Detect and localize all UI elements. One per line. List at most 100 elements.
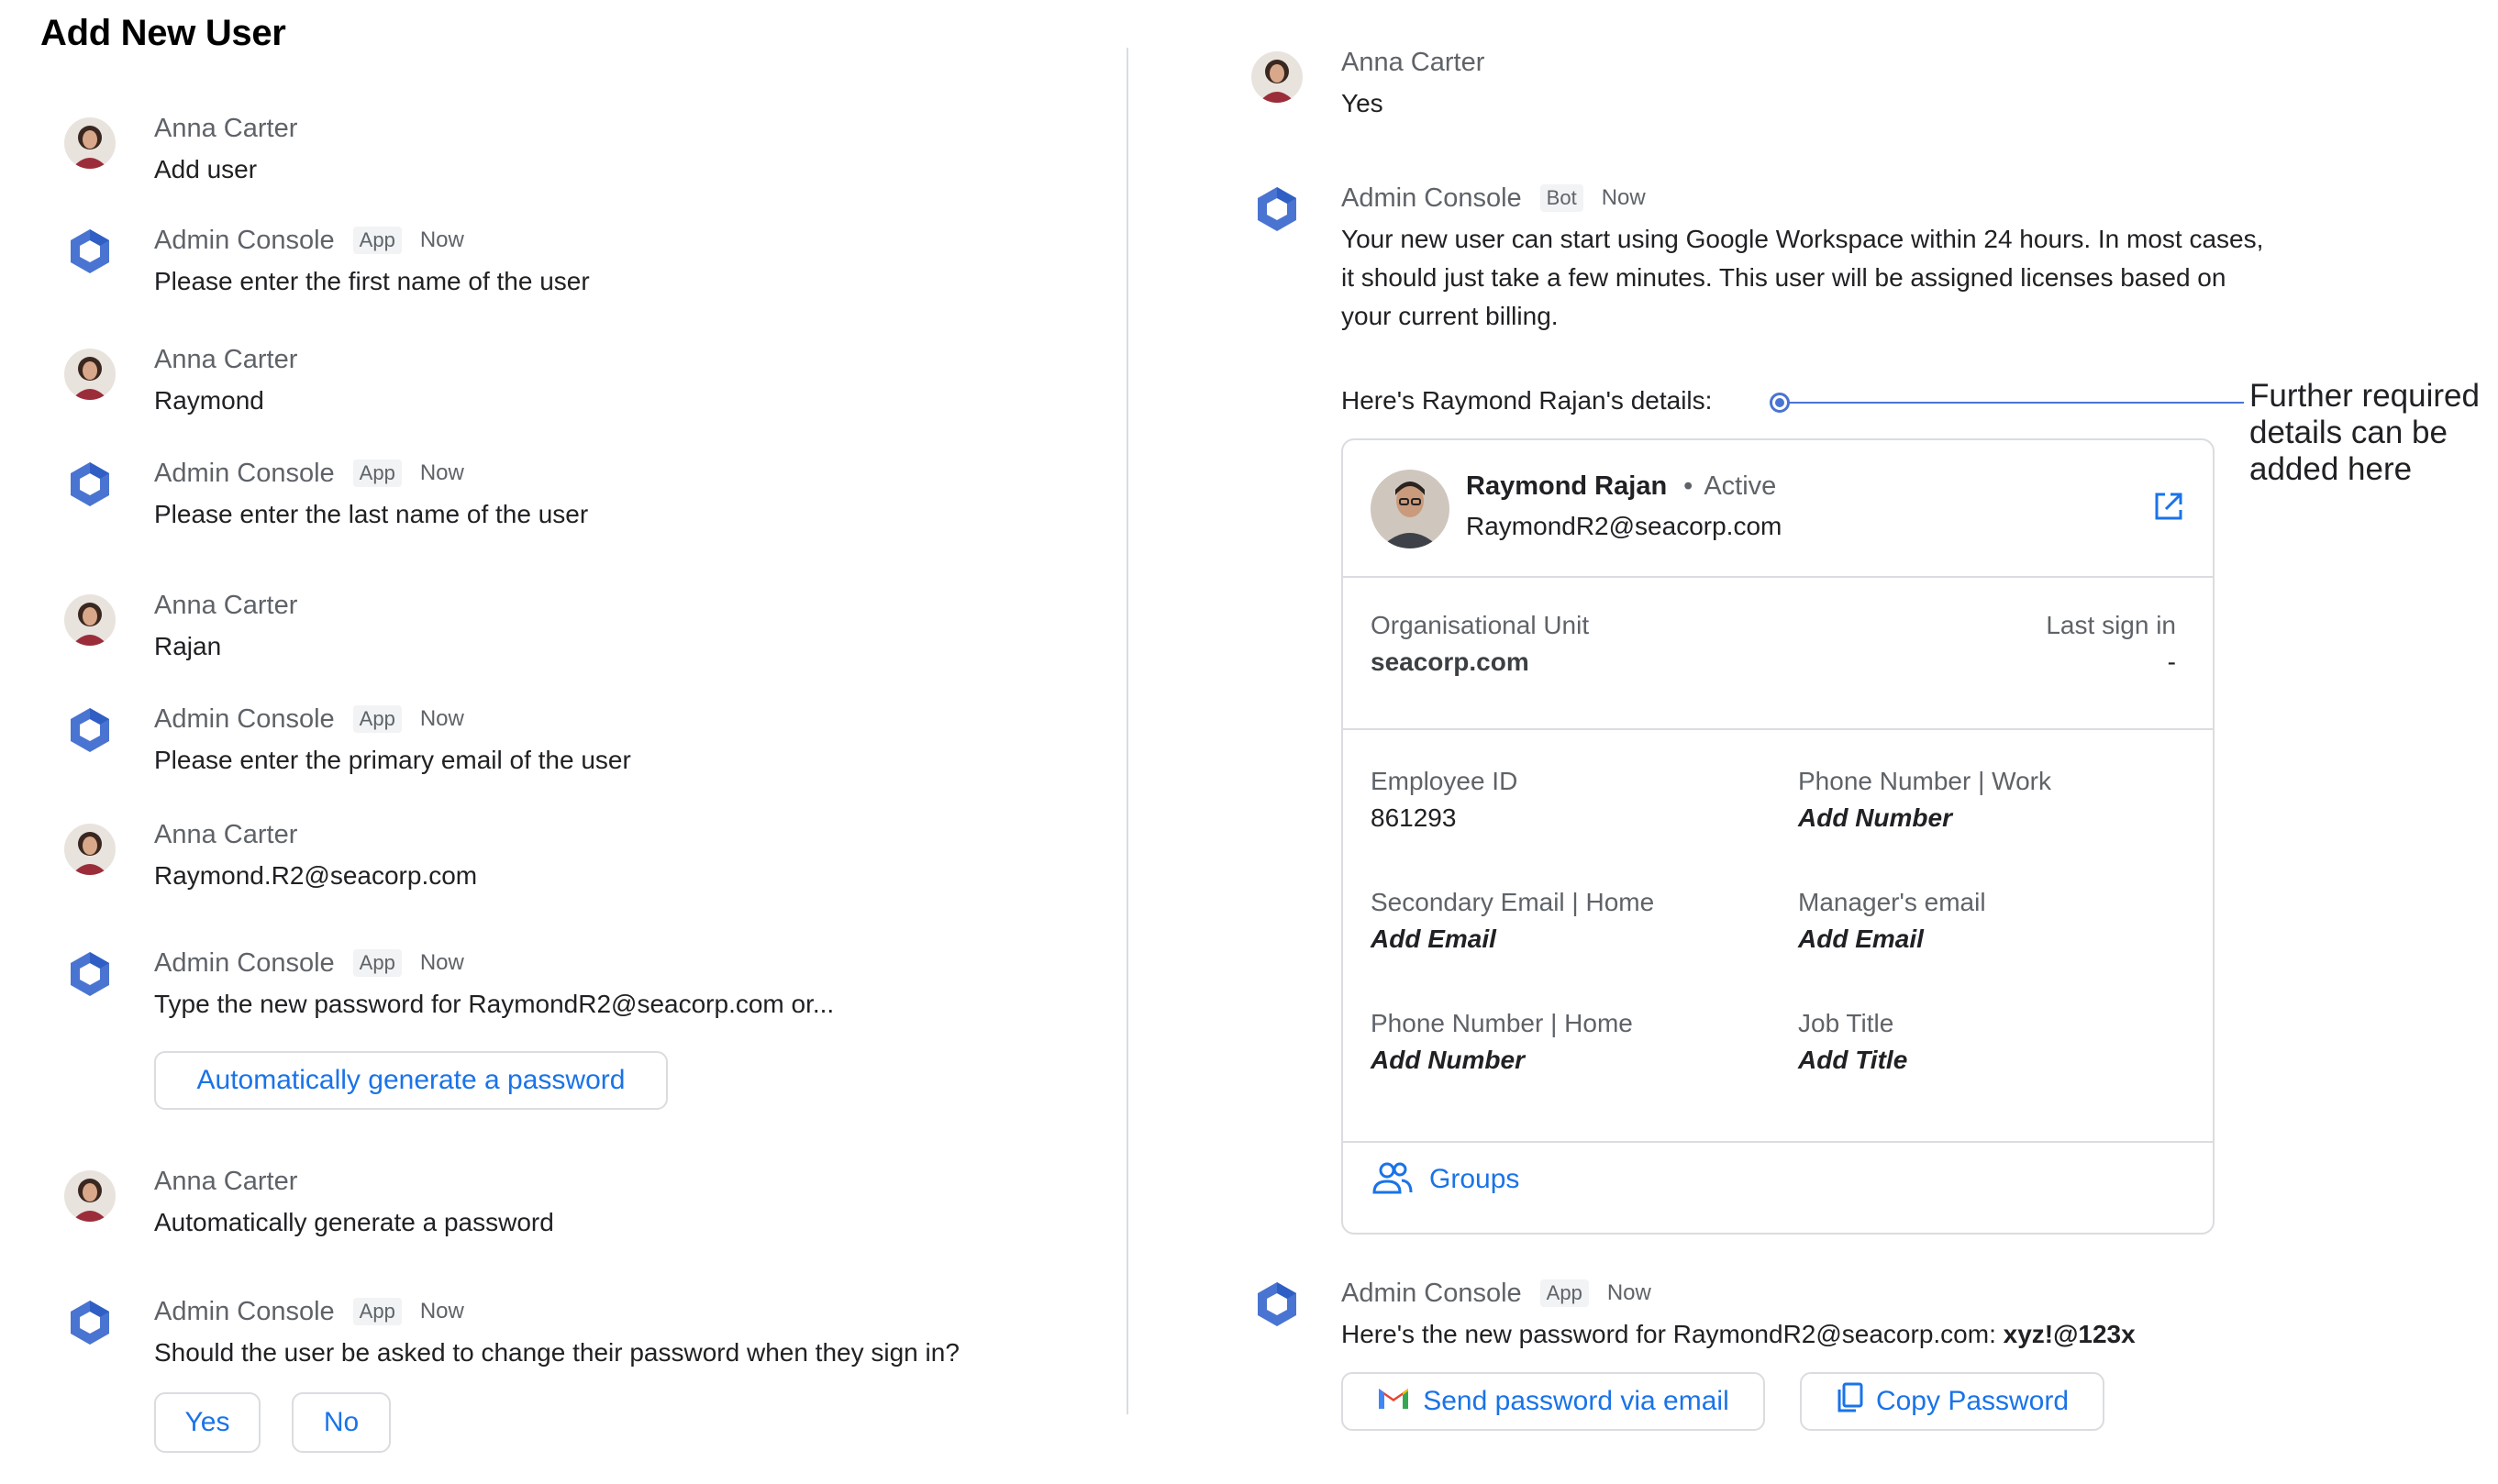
callout-leader-line bbox=[1780, 402, 2244, 404]
sender-name: Anna Carter bbox=[154, 819, 298, 849]
field-label: Phone Number | Work bbox=[1798, 767, 2051, 795]
app-badge: App bbox=[352, 460, 402, 487]
user-avatar-icon bbox=[64, 594, 116, 646]
org-unit-value: seacorp.com bbox=[1371, 648, 1529, 676]
separator-dot: • bbox=[1683, 471, 1693, 501]
message-text: Automatically generate a password bbox=[154, 1208, 554, 1236]
message-time: Now bbox=[419, 460, 464, 485]
gmail-icon bbox=[1377, 1385, 1410, 1418]
message-time: Now bbox=[1601, 185, 1646, 210]
field-phone-home[interactable]: Phone Number | Home Add Number bbox=[1371, 1009, 1633, 1075]
user-avatar-icon bbox=[1251, 51, 1303, 103]
add-number-link[interactable]: Add Number bbox=[1371, 1046, 1633, 1075]
chat-message-bot: Admin Console App Now Please enter the pri… bbox=[71, 701, 631, 780]
groups-link[interactable]: Groups bbox=[1371, 1152, 1519, 1207]
card-user-name: Raymond Rajan • Active bbox=[1466, 471, 1776, 502]
copy-password-button[interactable]: Copy Password bbox=[1800, 1372, 2104, 1431]
user-name: Raymond Rajan bbox=[1466, 471, 1668, 501]
message-text: Please enter the last name of the user bbox=[154, 500, 589, 528]
admin-console-hexagon-icon bbox=[64, 704, 116, 756]
details-label: Here's Raymond Rajan's details: bbox=[1341, 386, 1713, 415]
user-avatar-icon bbox=[64, 1170, 116, 1222]
no-button[interactable]: No bbox=[292, 1392, 391, 1453]
field-manager-email[interactable]: Manager's email Add Email bbox=[1798, 888, 1986, 954]
add-email-link[interactable]: Add Email bbox=[1798, 925, 1986, 954]
app-badge: App bbox=[352, 705, 402, 733]
chat-message-bot: Admin Console App Now Here's the new passw… bbox=[1258, 1275, 2136, 1431]
sender-name: Admin Console bbox=[154, 703, 335, 734]
add-title-link[interactable]: Add Title bbox=[1798, 1046, 1907, 1075]
card-user-email: RaymondR2@seacorp.com bbox=[1466, 512, 1782, 540]
sender-name: Anna Carter bbox=[154, 1166, 298, 1196]
message-text: Rajan bbox=[154, 632, 222, 660]
message-text-line: it should just take a few minutes. This … bbox=[1341, 263, 2226, 292]
org-unit-label: Organisational Unit bbox=[1371, 611, 1590, 639]
sender-name: Admin Console bbox=[1341, 1278, 1522, 1308]
groups-label: Groups bbox=[1429, 1164, 1520, 1194]
last-sign-in-value: - bbox=[2167, 648, 2176, 676]
card-org-section: Organisational Unit seacorp.com Last sig… bbox=[1343, 576, 2213, 730]
callout-line: added here bbox=[2249, 451, 2413, 487]
add-number-link[interactable]: Add Number bbox=[1798, 803, 2051, 833]
message-text: Here's the new password for RaymondR2@se… bbox=[1341, 1315, 2136, 1354]
yes-button[interactable]: Yes bbox=[154, 1392, 261, 1453]
chat-message-user: Anna Carter Yes bbox=[1251, 44, 1485, 123]
field-label: Phone Number | Home bbox=[1371, 1009, 1633, 1037]
send-password-label: Send password via email bbox=[1423, 1386, 1729, 1416]
page-title: Add New User bbox=[40, 13, 286, 53]
admin-console-hexagon-icon bbox=[64, 459, 116, 510]
chat-message-bot: Admin Console App Now Please enter the fir… bbox=[71, 222, 590, 301]
message-time: Now bbox=[1606, 1280, 1651, 1305]
message-text: Raymond.R2@seacorp.com bbox=[154, 861, 478, 890]
message-text: Please enter the first name of the user bbox=[154, 267, 590, 295]
field-phone-work[interactable]: Phone Number | Work Add Number bbox=[1798, 767, 2051, 833]
user-avatar-icon bbox=[64, 349, 116, 400]
callout-line: details can be bbox=[2249, 415, 2448, 450]
admin-console-hexagon-icon bbox=[64, 1297, 116, 1348]
open-external-icon[interactable] bbox=[2152, 490, 2185, 523]
details-intro-row: Here's Raymond Rajan's details: bbox=[1341, 382, 2259, 420]
field-job-title[interactable]: Job Title Add Title bbox=[1798, 1009, 1907, 1075]
callout-line: Further required bbox=[2249, 378, 2480, 414]
message-time: Now bbox=[419, 227, 464, 252]
app-badge: App bbox=[352, 949, 402, 977]
sender-name: Admin Console bbox=[154, 225, 335, 255]
field-label: Manager's email bbox=[1798, 888, 1986, 916]
user-avatar-icon bbox=[64, 117, 116, 169]
bot-badge: Bot bbox=[1539, 184, 1583, 212]
last-sign-in-label: Last sign in bbox=[2046, 611, 2176, 639]
add-email-link[interactable]: Add Email bbox=[1371, 925, 1654, 954]
chat-message-user: Anna Carter Automatically generate a pas… bbox=[64, 1163, 554, 1242]
message-text: Should the user be asked to change their… bbox=[154, 1338, 960, 1367]
sender-name: Anna Carter bbox=[154, 113, 298, 143]
raymond-avatar-icon bbox=[1371, 470, 1449, 548]
admin-console-hexagon-icon bbox=[1251, 1279, 1303, 1330]
app-badge: App bbox=[352, 1298, 402, 1325]
auto-generate-password-button[interactable]: Automatically generate a password bbox=[154, 1051, 668, 1110]
sender-name: Anna Carter bbox=[1341, 47, 1485, 77]
chat-message-user: Anna Carter Raymond.R2@seacorp.com bbox=[64, 816, 478, 895]
message-text: Yes bbox=[1341, 89, 1383, 117]
field-label: Employee ID bbox=[1371, 767, 1518, 795]
card-header: Raymond Rajan • Active RaymondR2@seacorp.c… bbox=[1343, 440, 2213, 578]
annotation-callout: Further required details can be added he… bbox=[2249, 378, 2480, 488]
sender-name: Admin Console bbox=[1341, 183, 1522, 213]
chat-message-bot: Admin Console App Now Should the user be a… bbox=[71, 1293, 960, 1453]
chat-message-user: Anna Carter Add user bbox=[64, 110, 298, 189]
chat-message-bot: Admin Console App Now Please enter the las… bbox=[71, 455, 589, 534]
chat-message-bot: Admin Console App Now Type the new passwor… bbox=[71, 945, 834, 1110]
app-badge: App bbox=[352, 227, 402, 254]
admin-console-hexagon-icon bbox=[64, 948, 116, 1000]
field-employee-id: Employee ID 861293 bbox=[1371, 767, 1517, 833]
message-text-line: your current billing. bbox=[1341, 302, 1559, 330]
chat-message-user: Anna Carter Raymond bbox=[64, 341, 297, 420]
message-text: Please enter the primary email of the us… bbox=[154, 746, 631, 774]
sender-name: Admin Console bbox=[154, 1296, 335, 1326]
send-password-email-button[interactable]: Send password via email bbox=[1341, 1372, 1765, 1431]
field-secondary-email[interactable]: Secondary Email | Home Add Email bbox=[1371, 888, 1654, 954]
copy-icon bbox=[1836, 1382, 1863, 1421]
field-label: Secondary Email | Home bbox=[1371, 888, 1655, 916]
user-avatar-icon bbox=[64, 824, 116, 875]
message-time: Now bbox=[419, 950, 464, 975]
chat-message-bot: Admin Console Bot Now Your new user can st… bbox=[1258, 180, 2263, 336]
